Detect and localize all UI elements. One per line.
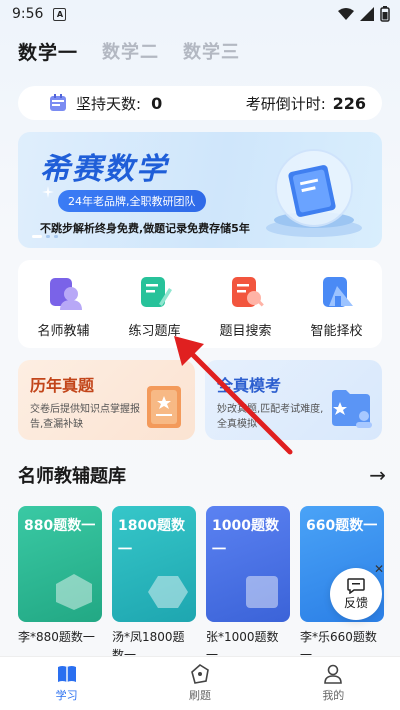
book-cover-title: 1800题数一: [118, 518, 185, 558]
nav-practice[interactable]: 刷题: [170, 663, 230, 710]
book-cover-title: 880题数一: [24, 518, 96, 534]
section-title: 名师教辅题库: [18, 466, 126, 487]
trophy-book-icon: [147, 386, 181, 428]
square-decoration-icon: [246, 576, 278, 608]
close-icon[interactable]: ✕: [374, 562, 384, 576]
signal-icon: [360, 7, 374, 21]
quick-practice-bank[interactable]: 练习题库: [115, 274, 195, 348]
book-cover-title: 660题数一: [306, 518, 378, 534]
teacher-books-icon: [49, 278, 82, 310]
banner-title: 希赛数学: [40, 152, 168, 187]
status-time: 9:56: [12, 6, 44, 22]
banner-dot: [54, 235, 58, 238]
nav-label: 学习: [55, 689, 78, 702]
bottom-nav: 学习 刷题 我的: [0, 656, 400, 710]
quick-school-select[interactable]: 智能择校: [297, 274, 377, 348]
book-cover-1800[interactable]: 1800题数一: [112, 506, 196, 622]
past-exams-desc: 交卷后提供知识点掌握报告,查漏补缺: [30, 404, 140, 430]
practice-nav-icon: [191, 664, 209, 684]
notification-icon: A: [53, 7, 67, 21]
nav-label: 我的: [322, 689, 345, 702]
promo-banner[interactable]: 希赛数学 24年老品牌,全职教研团队 不跳步解析终身免费,做题记录免费存储5年: [18, 132, 382, 248]
person-icon: [324, 664, 343, 684]
banner-dot: [46, 235, 50, 238]
book-name[interactable]: 张*1000题数一: [206, 628, 290, 656]
book-names: 李*880题数一 汤*凤1800题数一 张*1000题数一 李*乐660题数一: [18, 628, 384, 656]
feedback-label: 反馈: [343, 595, 368, 610]
past-exams-card[interactable]: 历年真题 交卷后提供知识点掌握报告,查漏补缺: [18, 360, 195, 440]
quick-question-search[interactable]: 题目搜索: [206, 274, 286, 348]
exam-cards-row: 历年真题 交卷后提供知识点掌握报告,查漏补缺 全真模考 妙改真题,匹配考试难度,…: [18, 360, 382, 440]
subject-tabs: 数学一 数学二 数学三: [18, 38, 240, 65]
banner-dot: [32, 235, 42, 238]
school-select-icon: [322, 277, 353, 307]
nav-study[interactable]: 学习: [37, 663, 97, 710]
countdown-value: 226: [332, 93, 366, 113]
glass-book-illustration: [266, 149, 362, 237]
quick-entry-card: 名师教辅 练习题库 题目搜索 智能择校: [18, 260, 382, 348]
book-name[interactable]: 汤*凤1800题数一: [112, 628, 196, 656]
tab-math-1[interactable]: 数学一: [18, 38, 78, 65]
battery-icon: [380, 6, 390, 22]
chat-icon: [347, 577, 365, 594]
question-search-icon: [231, 277, 264, 307]
quick-label: 练习题库: [128, 324, 181, 339]
nav-me[interactable]: 我的: [303, 663, 363, 710]
persist-days-value: 0: [151, 93, 163, 113]
banner-pill: 24年老品牌,全职教研团队: [58, 190, 206, 212]
tab-math-3[interactable]: 数学三: [183, 38, 240, 65]
persist-days-label: 坚持天数:: [76, 94, 142, 113]
banner-pagination: [32, 235, 58, 238]
book-open-icon: [57, 666, 76, 682]
quick-label: 智能择校: [310, 324, 363, 339]
status-bar: 9:56 A: [0, 0, 400, 28]
hexagon-decoration-icon: [148, 576, 188, 608]
quick-teacher-books[interactable]: 名师教辅: [24, 274, 104, 348]
book-list: 880题数一 1800题数一 1000题数一 660题数一: [18, 506, 384, 622]
book-cover-880[interactable]: 880题数一: [18, 506, 102, 622]
sparkle-icon: [42, 186, 54, 198]
folder-person-icon: [332, 390, 372, 428]
study-counter-bar: 坚持天数: 0 考研倒计时: 226: [18, 86, 382, 120]
book-name[interactable]: 李*乐660题数一: [300, 628, 384, 656]
tab-math-2[interactable]: 数学二: [102, 38, 159, 65]
teaching-bank-header: 名师教辅题库 →: [18, 462, 386, 488]
quick-label: 名师教辅: [37, 324, 90, 339]
calendar-icon: [50, 94, 66, 111]
practice-bank-icon: [140, 277, 172, 307]
wifi-icon: [338, 8, 354, 20]
book-cover-title: 1000题数一: [212, 518, 279, 558]
quick-label: 题目搜索: [219, 324, 272, 339]
nav-label: 刷题: [188, 689, 211, 702]
mock-exam-desc: 妙改真题,匹配考试难度,全真模拟: [217, 404, 324, 430]
cube-decoration-icon: [56, 574, 92, 610]
arrow-right-icon[interactable]: →: [369, 463, 386, 487]
mock-exam-card[interactable]: 全真模考 妙改真题,匹配考试难度,全真模拟: [205, 360, 382, 440]
book-cover-1000[interactable]: 1000题数一: [206, 506, 290, 622]
banner-subtitle: 不跳步解析终身免费,做题记录免费存储5年: [40, 222, 250, 235]
countdown-label: 考研倒计时:: [245, 94, 326, 113]
book-name[interactable]: 李*880题数一: [18, 628, 102, 656]
